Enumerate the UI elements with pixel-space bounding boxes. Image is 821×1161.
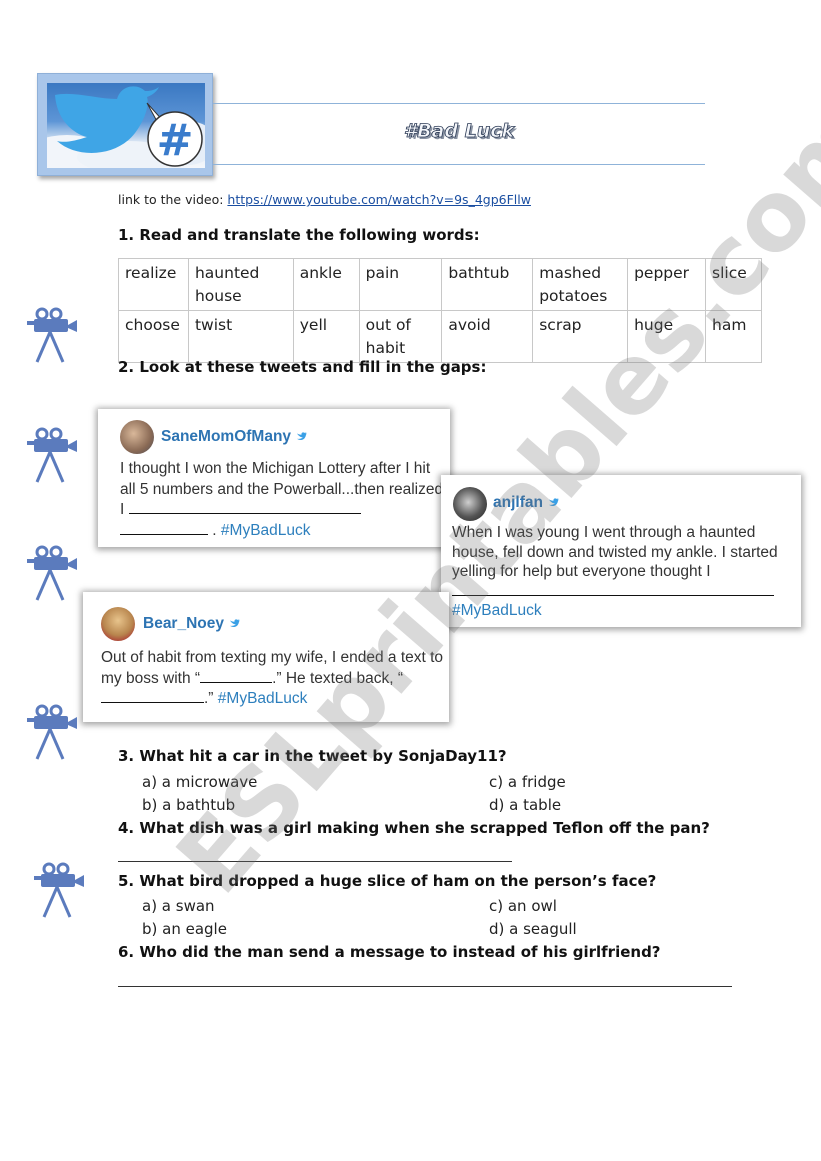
avatar xyxy=(101,607,135,641)
tweet-card-sanemomofmany: SaneMomOfMany I thought I won the Michig… xyxy=(98,409,450,547)
q3-option-d[interactable]: d) a table xyxy=(489,796,561,814)
q5-option-b[interactable]: b) an eagle xyxy=(142,920,227,938)
q3-option-a[interactable]: a) a microwave xyxy=(142,773,257,791)
table-cell: mashed potatoes xyxy=(532,258,629,311)
tweet-card-anjlfan: anjlfan When I was young I went through … xyxy=(441,475,801,627)
table-cell: yell xyxy=(292,310,360,363)
q3-option-b[interactable]: b) a bathtub xyxy=(142,796,235,814)
fill-gap[interactable] xyxy=(120,521,208,535)
q5-option-c[interactable]: c) an owl xyxy=(489,897,557,915)
twitter-bird-icon xyxy=(548,498,559,507)
video-link[interactable]: https://www.youtube.com/watch?v=9s_4gp6F… xyxy=(227,192,531,207)
twitter-bird-icon xyxy=(297,432,307,441)
q5-option-a[interactable]: a) a swan xyxy=(142,897,215,915)
section2-heading: 2. Look at these tweets and fill in the … xyxy=(118,358,487,376)
table-cell: bathtub xyxy=(441,258,534,311)
twitter-hashtag-logo: # xyxy=(37,73,213,176)
tweet-card-bear-noey: Bear_Noey Out of habit from texting my w… xyxy=(83,592,449,722)
header-rule-top xyxy=(213,103,705,104)
hashtag-link[interactable]: #MyBadLuck xyxy=(452,602,542,619)
table-cell: out of habit xyxy=(358,310,443,363)
svg-text:#: # xyxy=(157,115,194,166)
question-3: 3. What hit a car in the tweet by SonjaD… xyxy=(118,747,507,765)
table-cell: avoid xyxy=(441,310,534,363)
table-row: realize haunted house ankle pain bathtub… xyxy=(118,258,762,311)
q4-answer-line[interactable] xyxy=(118,861,512,862)
movie-camera-icon xyxy=(27,307,77,363)
hashtag-link[interactable]: #MyBadLuck xyxy=(218,690,308,707)
twitter-bird-icon xyxy=(230,619,240,628)
table-cell: ham xyxy=(705,310,762,363)
fill-gap[interactable] xyxy=(101,689,204,703)
page-title: #Bad Luck xyxy=(403,120,515,143)
question-5: 5. What bird dropped a huge slice of ham… xyxy=(118,872,657,890)
question-4: 4. What dish was a girl making when she … xyxy=(118,819,710,837)
table-row: choose twist yell out of habit avoid scr… xyxy=(118,310,762,363)
video-link-line: link to the video: https://www.youtube.c… xyxy=(118,192,531,207)
tweet-username: SaneMomOfMany xyxy=(161,428,307,446)
hashtag-bubble-icon: # xyxy=(146,102,203,167)
table-cell: choose xyxy=(118,310,189,363)
vocabulary-table: realize haunted house ankle pain bathtub… xyxy=(118,258,762,363)
fill-gap[interactable] xyxy=(200,669,273,683)
hashtag-link[interactable]: #MyBadLuck xyxy=(221,522,311,539)
fill-gap[interactable] xyxy=(452,582,774,596)
table-cell: twist xyxy=(187,310,294,363)
q6-answer-line[interactable] xyxy=(118,986,732,987)
table-cell: huge xyxy=(627,310,706,363)
avatar xyxy=(453,487,487,521)
table-cell: ankle xyxy=(292,258,360,311)
movie-camera-icon xyxy=(27,704,77,760)
table-cell: scrap xyxy=(532,310,629,363)
q3-option-c[interactable]: c) a fridge xyxy=(489,773,566,791)
movie-camera-icon xyxy=(34,862,84,918)
avatar xyxy=(120,420,154,454)
q5-option-d[interactable]: d) a seagull xyxy=(489,920,577,938)
video-link-label: link to the video: xyxy=(118,192,228,207)
table-cell: pepper xyxy=(627,258,706,311)
table-cell: pain xyxy=(358,258,443,311)
header-rule-bottom xyxy=(213,164,705,165)
question-6: 6. Who did the man send a message to ins… xyxy=(118,943,661,961)
tweet-username: anjlfan xyxy=(493,494,559,512)
fill-gap[interactable] xyxy=(128,500,361,514)
movie-camera-icon xyxy=(27,427,77,483)
tweet-text: I thought I won the Michigan Lottery aft… xyxy=(120,460,444,539)
table-cell: realize xyxy=(118,258,189,311)
table-cell: slice xyxy=(705,258,762,311)
tweet-text: Out of habit from texting my wife, I end… xyxy=(101,649,444,707)
movie-camera-icon xyxy=(27,545,77,601)
tweet-text: When I was young I went through a haunte… xyxy=(452,524,778,619)
section1-heading: 1. Read and translate the following word… xyxy=(118,226,480,244)
table-cell: haunted house xyxy=(187,258,294,311)
tweet-username: Bear_Noey xyxy=(143,615,240,633)
